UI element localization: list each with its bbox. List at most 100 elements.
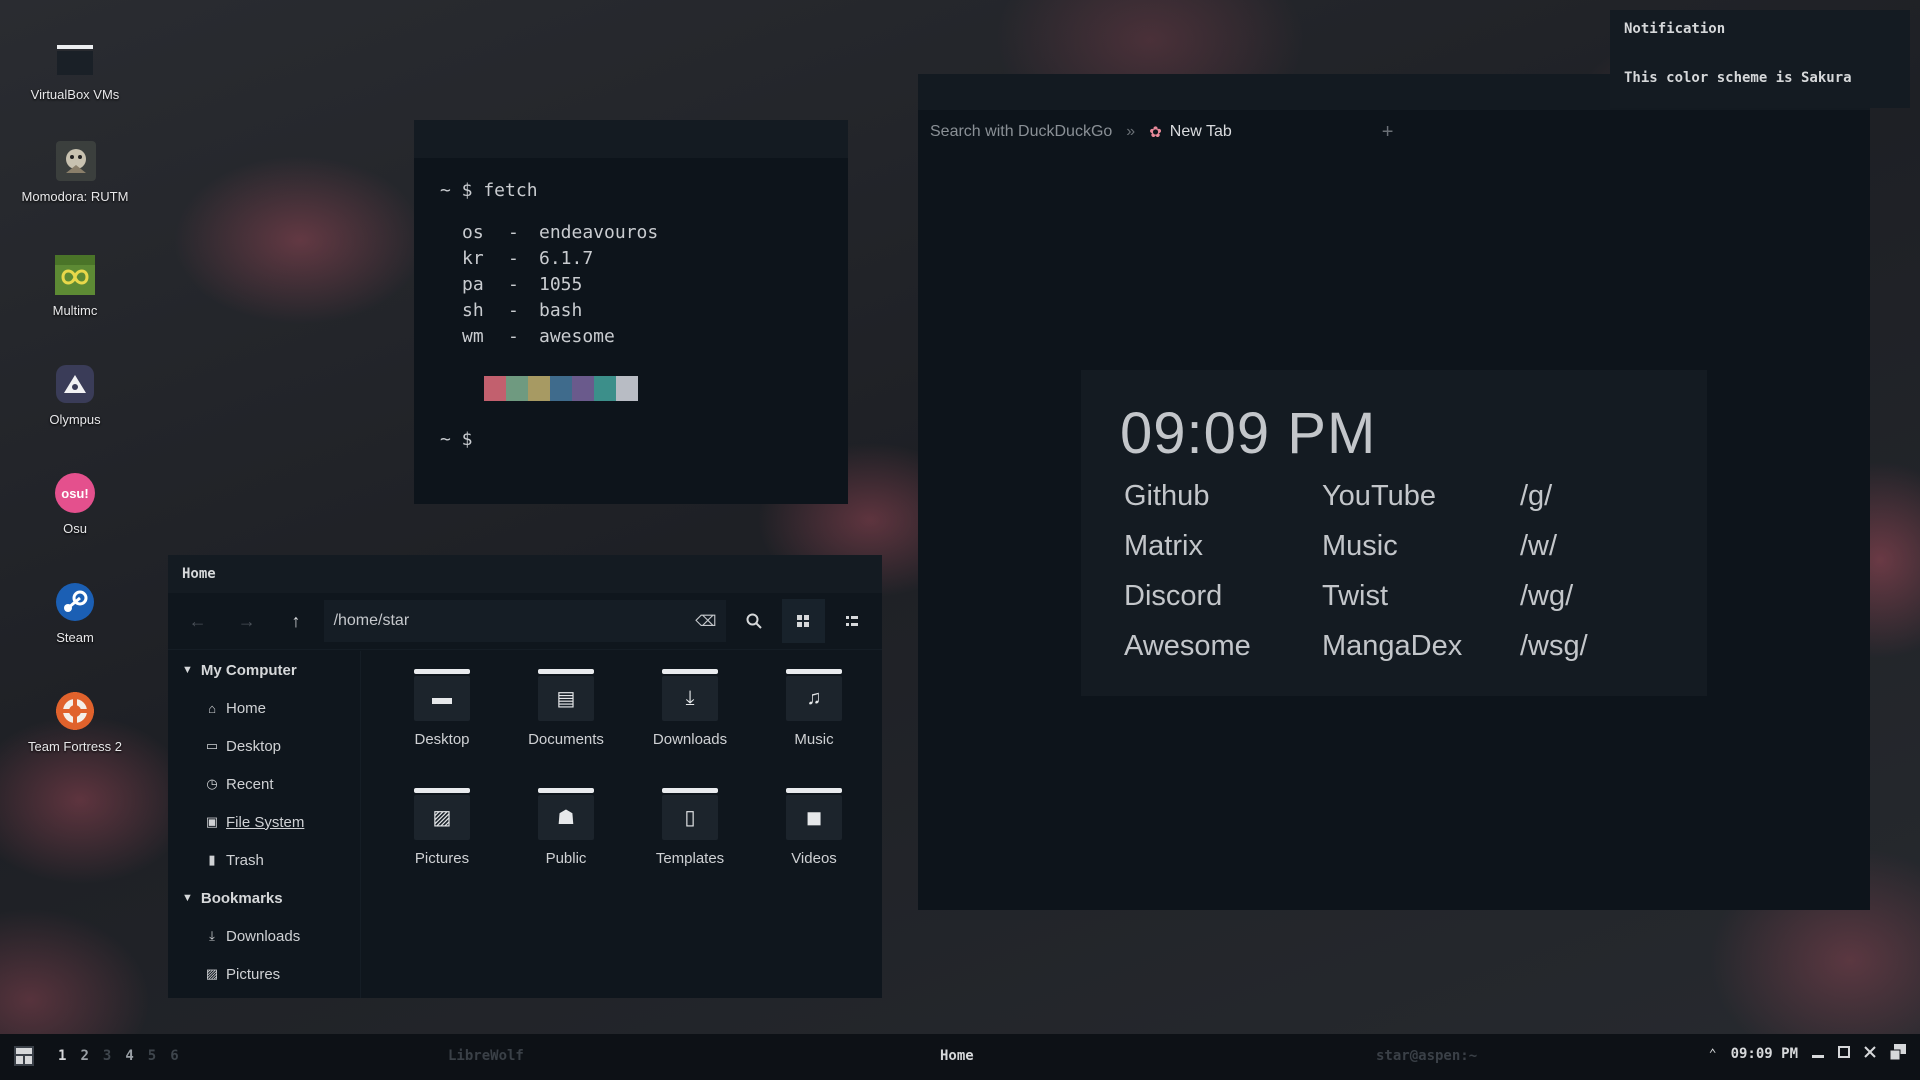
- collapse-triangle-icon[interactable]: ▼: [182, 664, 193, 676]
- palette-swatch-5: [572, 376, 594, 401]
- fetch-key: sh: [462, 300, 484, 321]
- music-folder-icon: ♫: [786, 663, 842, 721]
- fetch-row-wm: wm - awesome: [440, 324, 822, 350]
- tab-new-tab[interactable]: ✿ New Tab: [1149, 123, 1232, 141]
- desktop-icon-multimc[interactable]: Multimc: [15, 254, 135, 320]
- folder-music[interactable]: ♫ Music: [752, 663, 876, 748]
- browser-window[interactable]: Search with DuckDuckGo » ✿ New Tab + 09:…: [918, 74, 1870, 910]
- maximize-icon[interactable]: [1838, 1046, 1850, 1062]
- sidebar-item-recent[interactable]: ◷ Recent: [168, 765, 360, 803]
- minimize-icon[interactable]: [1812, 1046, 1824, 1062]
- sidebar-item-desktop[interactable]: ▭ Desktop: [168, 727, 360, 765]
- link-youtube[interactable]: YouTube: [1322, 478, 1520, 514]
- terminal-output[interactable]: ~ $ fetch os - endeavouros kr -6.1.7 pa -105…: [414, 158, 848, 473]
- osu-icon-text: osu!: [55, 473, 95, 513]
- up-arrow-icon[interactable]: ↑: [274, 599, 317, 643]
- forward-arrow-icon[interactable]: →: [225, 599, 268, 643]
- list-view-icon[interactable]: [831, 599, 874, 643]
- startpage-clock: 09:09 PM: [1120, 401, 1377, 466]
- folder-downloads[interactable]: ⤓ Downloads: [628, 663, 752, 748]
- steam-icon: [54, 581, 96, 623]
- folder-desktop[interactable]: ▬ Desktop: [380, 663, 504, 748]
- task-librewolf[interactable]: LibreWolf: [448, 1048, 524, 1064]
- desktop-icon-label: Osu: [63, 521, 87, 536]
- startpage-links: Github YouTube /g/ Matrix Music /w/ Disc…: [1124, 478, 1640, 664]
- folder-templates[interactable]: ▯ Templates: [628, 782, 752, 867]
- link-matrix[interactable]: Matrix: [1124, 528, 1322, 564]
- link-music[interactable]: Music: [1322, 528, 1520, 564]
- chevron-up-icon[interactable]: ⌃: [1709, 1047, 1717, 1062]
- link-g[interactable]: /g/: [1520, 478, 1640, 514]
- browser-tab-bar: Search with DuckDuckGo » ✿ New Tab +: [918, 110, 1870, 154]
- path-text: /home/star: [333, 612, 410, 629]
- terminal-window[interactable]: ~ $ fetch os - endeavouros kr -6.1.7 pa -105…: [414, 120, 848, 504]
- tag-5[interactable]: 5: [148, 1048, 156, 1064]
- url-bar[interactable]: Search with DuckDuckGo: [930, 123, 1112, 141]
- grid-view-icon[interactable]: [781, 599, 825, 643]
- desktop-icon-label: VirtualBox VMs: [30, 87, 120, 102]
- home-icon: ⌂: [208, 700, 216, 716]
- task-home[interactable]: Home: [940, 1048, 974, 1064]
- desktop-icon-tf2[interactable]: Team Fortress 2: [15, 690, 135, 756]
- desktop-icon-steam[interactable]: Steam: [15, 581, 135, 647]
- task-terminal[interactable]: star@aspen:~: [1376, 1048, 1477, 1064]
- clear-path-icon[interactable]: ⌫: [695, 612, 716, 630]
- sidebar-item-home[interactable]: ⌂ Home: [168, 689, 360, 727]
- folder-public[interactable]: ☗ Public: [504, 782, 628, 867]
- sidebar-item-file-system[interactable]: ▣ File System: [168, 803, 360, 841]
- folder-documents[interactable]: ▤ Documents: [504, 663, 628, 748]
- link-w[interactable]: /w/: [1520, 528, 1640, 564]
- sidebar-item-downloads[interactable]: ⤓ Downloads: [168, 917, 360, 955]
- notification-popup[interactable]: Notification This color scheme is Sakura: [1610, 10, 1910, 108]
- fetch-sep: -: [508, 248, 519, 269]
- layout-tile-icon[interactable]: [14, 1046, 34, 1066]
- fetch-row-sh: sh - bash: [440, 298, 822, 324]
- desktop-icon-label: Multimc: [52, 303, 98, 318]
- desktop-icon-virtualbox-vms[interactable]: VirtualBox VMs: [15, 38, 135, 104]
- link-awesome[interactable]: Awesome: [1124, 628, 1322, 664]
- sidebar-item-label: Downloads: [226, 927, 301, 945]
- download-folder-icon: ⤓: [662, 663, 718, 721]
- terminal-titlebar[interactable]: [414, 120, 848, 158]
- collapse-triangle-icon[interactable]: ▼: [182, 892, 193, 904]
- sidebar-item-trash[interactable]: ▮ Trash: [168, 841, 360, 879]
- link-mangadex[interactable]: MangaDex: [1322, 628, 1520, 664]
- file-manager-sidebar: ▼ My Computer ⌂ Home ▭ Desktop ◷ Recent ▣ Fil…: [168, 651, 361, 998]
- new-tab-button[interactable]: +: [1382, 121, 1394, 144]
- multimc-icon: [54, 254, 96, 296]
- folder-pictures[interactable]: ▨ Pictures: [380, 782, 504, 867]
- templates-folder-icon: ▯: [662, 782, 718, 840]
- desktop-icon-olympus[interactable]: Olympus: [15, 363, 135, 429]
- file-manager-window[interactable]: Home ← → ↑ /home/star ⌫ ▼ My Computer ⌂ Ho…: [168, 555, 882, 998]
- link-github[interactable]: Github: [1124, 478, 1322, 514]
- tag-4[interactable]: 4: [125, 1048, 133, 1064]
- pictures-folder-icon: ▨: [414, 782, 470, 840]
- link-twist[interactable]: Twist: [1322, 578, 1520, 614]
- close-icon[interactable]: [1864, 1046, 1876, 1062]
- floating-windows-icon[interactable]: [1889, 1044, 1906, 1064]
- palette-swatch-3: [528, 376, 550, 401]
- sidebar-section-my-computer[interactable]: ▼ My Computer: [168, 651, 360, 689]
- clock-icon: ◷: [206, 776, 218, 791]
- link-wg[interactable]: /wg/: [1520, 578, 1640, 614]
- desktop-icon-momodora[interactable]: Momodora: RUTM: [15, 140, 135, 206]
- palette-swatch-2: [506, 376, 528, 401]
- system-tray: ⌃ 09:09 PM: [1709, 1044, 1906, 1064]
- search-icon[interactable]: [732, 599, 775, 643]
- desktop-icon-label: Momodora: RUTM: [21, 189, 129, 204]
- path-input[interactable]: /home/star ⌫: [323, 600, 727, 642]
- tag-6[interactable]: 6: [170, 1048, 178, 1064]
- sidebar-section-bookmarks[interactable]: ▼ Bookmarks: [168, 879, 360, 917]
- sidebar-item-pictures[interactable]: ▨ Pictures: [168, 955, 360, 993]
- link-wsg[interactable]: /wsg/: [1520, 628, 1640, 664]
- link-discord[interactable]: Discord: [1124, 578, 1322, 614]
- tag-3[interactable]: 3: [103, 1048, 111, 1064]
- tag-1[interactable]: 1: [58, 1048, 66, 1064]
- folder-grid: ▬ Desktop ▤ Documents ⤓ Downloads ♫ Music ▨ P…: [380, 663, 876, 867]
- desktop-icon-osu[interactable]: osu! Osu: [15, 472, 135, 538]
- folder-videos[interactable]: ◼ Videos: [752, 782, 876, 867]
- fetch-value: 6.1.7: [539, 248, 594, 269]
- back-arrow-icon[interactable]: ←: [176, 599, 219, 643]
- tag-2[interactable]: 2: [80, 1048, 88, 1064]
- tag-list: 1 2 3 4 5 6: [58, 1048, 179, 1064]
